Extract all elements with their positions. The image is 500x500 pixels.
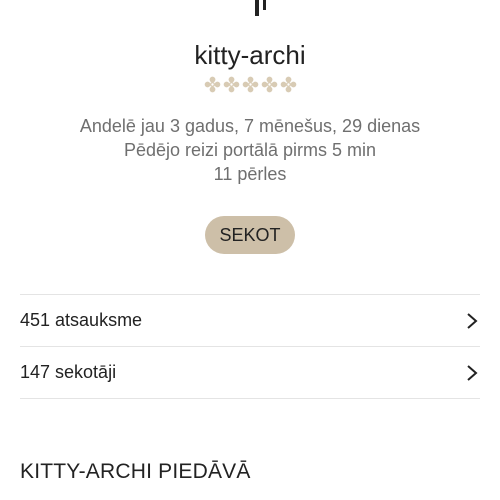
- flower-star-icon: [204, 76, 220, 93]
- followers-label: 147 sekotāji: [20, 362, 117, 382]
- profile-page: kitty-archi Andelē jau 3 gadus, 7 mēnešu…: [0, 0, 500, 500]
- divider: [20, 398, 480, 399]
- reviews-label: 451 atsauksme: [20, 310, 143, 330]
- pearls-count: 11 pērles: [213, 164, 287, 184]
- flower-star-icon: [280, 76, 296, 93]
- member-since-text: Andelē jau 3 gadus, 7 mēnešus, 29 dienas: [79, 116, 421, 136]
- reviews-row[interactable]: 451 atsauksme: [20, 295, 480, 346]
- last-seen-text: Pēdējo reizi portālā pirms 5 min: [123, 140, 377, 160]
- followers-row[interactable]: 147 sekotāji: [20, 347, 480, 398]
- flower-star-icon: [261, 76, 277, 93]
- seller-rating: [0, 76, 500, 93]
- offers-section-title: KITTY-ARCHI PIEDĀVĀ: [20, 460, 251, 483]
- profile-username: kitty-archi: [194, 40, 306, 70]
- flower-star-icon: [223, 76, 239, 93]
- flower-star-icon: [242, 76, 258, 93]
- avatar-icon: [255, 0, 266, 16]
- chevron-right-icon: [467, 312, 478, 329]
- chevron-right-icon: [467, 364, 478, 381]
- follow-button[interactable]: SEKOT: [205, 216, 295, 254]
